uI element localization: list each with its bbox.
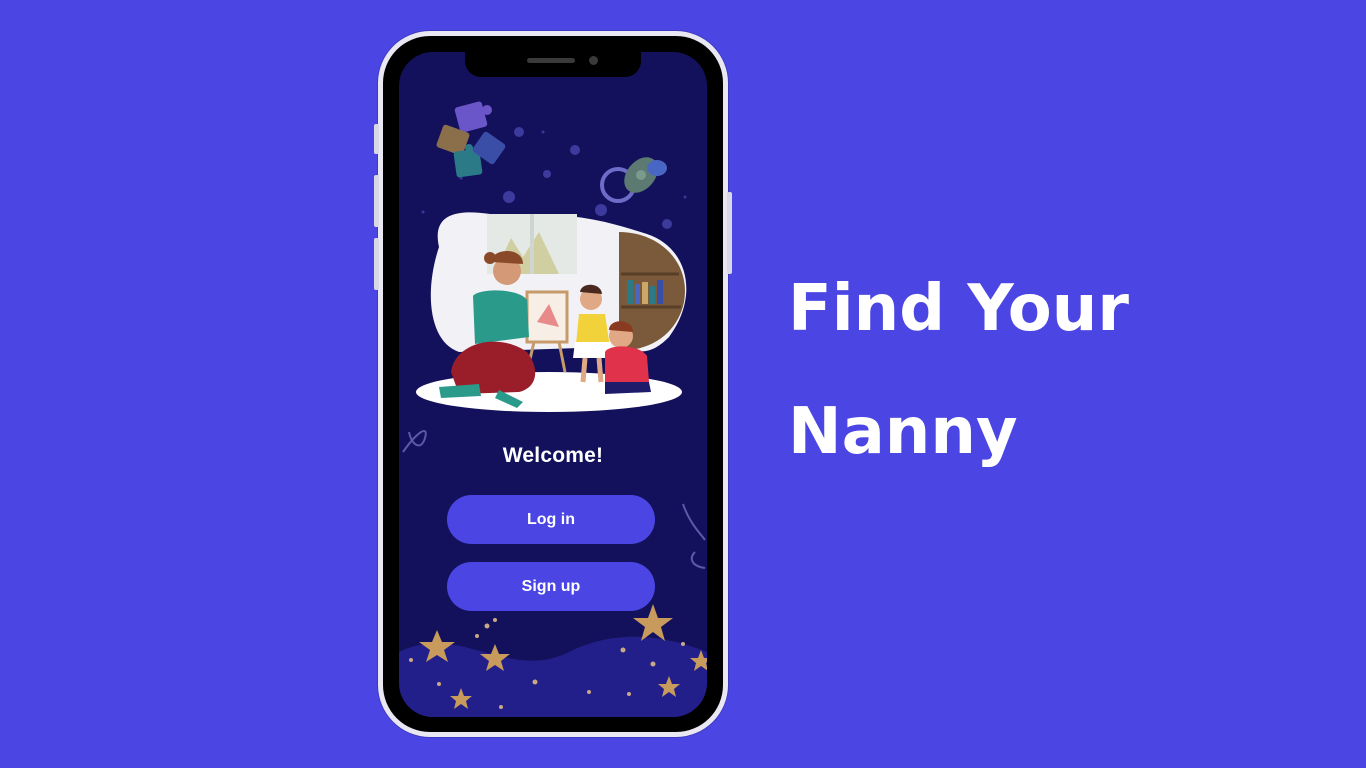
phone-camera xyxy=(589,56,598,65)
headline-line-1: Find Your xyxy=(788,272,1129,346)
puzzle-pieces-icon xyxy=(436,101,506,178)
login-button[interactable]: Log in xyxy=(447,495,655,544)
screen-decorations xyxy=(399,101,707,717)
promo-canvas: Welcome! Log in Sign up Find Your Nanny xyxy=(0,0,1366,768)
phone-side-button-mute xyxy=(374,124,379,154)
phone-notch xyxy=(465,52,641,77)
app-screen: Welcome! Log in Sign up xyxy=(399,52,707,717)
headline-line-2: Nanny xyxy=(788,395,1018,469)
pacifier-icon xyxy=(600,157,667,203)
phone-speaker xyxy=(527,58,575,63)
welcome-heading: Welcome! xyxy=(502,444,604,467)
phone-side-button-power xyxy=(727,192,732,274)
squiggle-right xyxy=(682,503,706,569)
nanny-illustration xyxy=(416,212,687,412)
phone-side-button-volume-down xyxy=(374,238,379,290)
phone-side-button-volume-up xyxy=(374,175,379,227)
signup-button[interactable]: Sign up xyxy=(447,562,655,611)
